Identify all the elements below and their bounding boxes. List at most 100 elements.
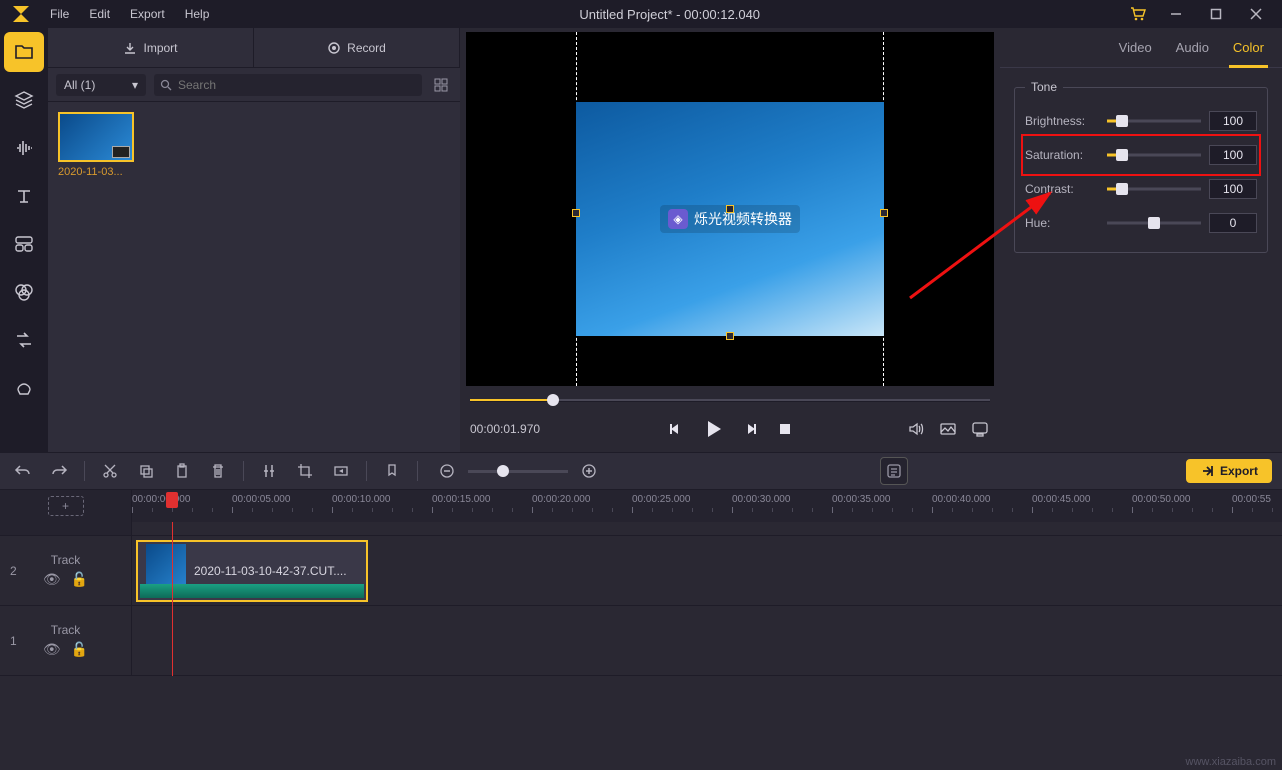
lock-icon[interactable]: 🔓	[71, 571, 88, 588]
next-frame-icon[interactable]	[741, 419, 761, 439]
add-track-button[interactable]: +	[48, 496, 84, 516]
chevron-down-icon: ▾	[132, 78, 138, 92]
menu-edit[interactable]: Edit	[79, 0, 120, 28]
copy-icon[interactable]	[133, 458, 159, 484]
menu-export[interactable]: Export	[120, 0, 175, 28]
media-search[interactable]	[154, 74, 422, 96]
ruler-tick: 00:00:30.000	[732, 494, 790, 513]
search-input[interactable]	[178, 78, 416, 92]
ruler-tick: 00:00:00.000	[132, 494, 190, 513]
left-sidebar	[0, 28, 48, 452]
marker-icon[interactable]	[379, 458, 405, 484]
sidebar-elements[interactable]	[0, 364, 48, 412]
window-title: Untitled Project* - 00:00:12.040	[219, 7, 1120, 22]
menu-file[interactable]: File	[40, 0, 79, 28]
track-2-number: 2	[10, 564, 17, 578]
sidebar-audio[interactable]	[0, 124, 48, 172]
store-icon[interactable]	[1120, 6, 1156, 22]
value-hue[interactable]: 0	[1209, 213, 1257, 233]
zoom-out-icon[interactable]	[434, 458, 460, 484]
prev-frame-icon[interactable]	[665, 419, 685, 439]
stop-icon[interactable]	[775, 419, 795, 439]
preview-seek[interactable]	[470, 392, 990, 408]
tab-record[interactable]: Record	[254, 28, 460, 68]
sidebar-media[interactable]	[4, 32, 44, 72]
close-button[interactable]	[1236, 0, 1276, 28]
timeline-clip[interactable]: 2020-11-03-10-42-37.CUT....	[136, 540, 368, 602]
maximize-button[interactable]	[1196, 0, 1236, 28]
props-tab-audio[interactable]: Audio	[1176, 28, 1209, 67]
crop-icon[interactable]	[292, 458, 318, 484]
lock-icon[interactable]: 🔓	[71, 641, 88, 658]
speed-icon[interactable]	[328, 458, 354, 484]
sidebar-filters[interactable]	[0, 268, 48, 316]
media-thumb-label: 2020-11-03...	[58, 166, 138, 178]
title-bar: File Edit Export Help Untitled Project* …	[0, 0, 1282, 28]
volume-icon[interactable]	[906, 419, 926, 439]
timeline-ruler[interactable]: 00:00:00.00000:00:05.00000:00:10.00000:0…	[132, 490, 1282, 522]
visibility-icon[interactable]: 👁	[43, 571, 61, 588]
play-icon[interactable]	[699, 415, 727, 443]
separator	[366, 461, 367, 481]
value-contrast[interactable]: 100	[1209, 179, 1257, 199]
selection-handle[interactable]	[572, 209, 580, 217]
label-saturation: Saturation:	[1025, 148, 1099, 162]
preview-canvas[interactable]: ◈ 烁光视频转换器	[466, 32, 994, 386]
timeline: + 00:00:00.00000:00:05.00000:00:10.00000…	[0, 490, 1282, 770]
track-separator	[0, 522, 1282, 536]
playhead[interactable]	[172, 522, 173, 676]
slider-hue[interactable]	[1107, 216, 1201, 230]
tab-import[interactable]: Import	[48, 28, 254, 68]
selection-handle[interactable]	[880, 209, 888, 217]
grid-view-icon[interactable]	[430, 74, 452, 96]
track-2-lane[interactable]: 2020-11-03-10-42-37.CUT....	[132, 536, 1282, 605]
selection-handle[interactable]	[726, 332, 734, 340]
snapshot-icon[interactable]	[938, 419, 958, 439]
value-brightness[interactable]: 100	[1209, 111, 1257, 131]
sidebar-transitions[interactable]	[0, 316, 48, 364]
row-saturation: Saturation: 100	[1025, 138, 1257, 172]
sidebar-layers[interactable]	[0, 76, 48, 124]
slider-brightness[interactable]	[1107, 114, 1201, 128]
zoom-slider[interactable]	[468, 470, 568, 473]
timeline-tracks: 2 Track 👁 🔓 2020-11-03-10-42-37.CUT.... …	[0, 522, 1282, 676]
value-saturation[interactable]: 100	[1209, 145, 1257, 165]
zoom-in-icon[interactable]	[576, 458, 602, 484]
sidebar-text[interactable]	[0, 172, 48, 220]
props-tab-color[interactable]: Color	[1233, 28, 1264, 67]
track-1-lane[interactable]	[132, 606, 1282, 675]
slider-contrast[interactable]	[1107, 182, 1201, 196]
label-hue: Hue:	[1025, 216, 1099, 230]
cut-icon[interactable]	[97, 458, 123, 484]
minimize-button[interactable]	[1156, 0, 1196, 28]
preview-panel: ◈ 烁光视频转换器 00:00:01.970	[460, 28, 1000, 452]
tab-import-label: Import	[143, 41, 177, 55]
redo-icon[interactable]	[46, 458, 72, 484]
selection-handle[interactable]	[726, 205, 734, 213]
preview-controls: 00:00:01.970	[466, 392, 994, 452]
track-2: 2 Track 👁 🔓 2020-11-03-10-42-37.CUT....	[0, 536, 1282, 606]
split-icon[interactable]	[256, 458, 282, 484]
media-thumb[interactable]: 2020-11-03...	[58, 112, 138, 178]
render-settings-icon[interactable]	[880, 457, 908, 485]
menu-help[interactable]: Help	[175, 0, 220, 28]
seek-knob[interactable]	[547, 394, 559, 406]
media-filter-select[interactable]: All (1) ▾	[56, 74, 146, 96]
slider-saturation[interactable]	[1107, 148, 1201, 162]
media-thumb-image	[58, 112, 134, 162]
paste-icon[interactable]	[169, 458, 195, 484]
fullscreen-icon[interactable]	[970, 419, 990, 439]
props-tab-video[interactable]: Video	[1119, 28, 1152, 67]
undo-icon[interactable]	[10, 458, 36, 484]
visibility-icon[interactable]: 👁	[43, 641, 61, 658]
tone-group: Tone Brightness: 100 Saturation: 100 Con…	[1014, 80, 1268, 253]
ruler-tick: 00:00:05.000	[232, 494, 290, 513]
separator	[417, 461, 418, 481]
export-button[interactable]: Export	[1186, 459, 1272, 483]
media-panel: Import Record All (1) ▾ 2020-11-03...	[48, 28, 460, 452]
clip-audio-wave	[140, 584, 364, 598]
tone-legend: Tone	[1025, 80, 1063, 94]
delete-icon[interactable]	[205, 458, 231, 484]
sidebar-templates[interactable]	[0, 220, 48, 268]
track-2-label: Track	[51, 553, 81, 567]
